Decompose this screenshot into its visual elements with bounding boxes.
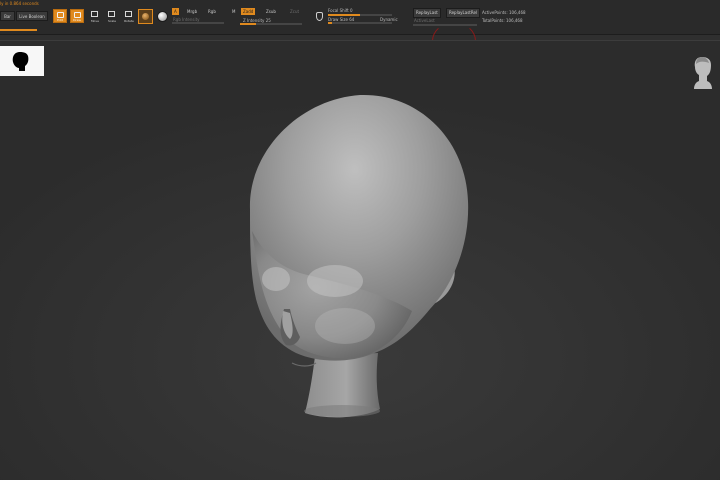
rgb-intensity-slider[interactable] <box>172 22 224 24</box>
focal-shift-fill <box>328 14 360 16</box>
brush-button[interactable] <box>138 9 153 24</box>
move-label: Move <box>90 19 100 23</box>
draw-button[interactable]: Draw <box>70 9 84 23</box>
edit-label: Edit <box>57 18 63 22</box>
z-intensity-fill <box>240 23 256 25</box>
live-boolean-button[interactable]: Live Boolean <box>16 11 48 21</box>
move-icon <box>91 11 98 17</box>
move-button[interactable]: Move <box>89 9 101 23</box>
status-message: ly in 0.864 seconds <box>0 1 39 6</box>
viewport-canvas[interactable] <box>0 41 720 480</box>
zadd-toggle[interactable]: Zadd <box>241 8 256 15</box>
scale-label: Scale <box>107 19 117 23</box>
zsub-toggle[interactable]: Zsub <box>264 8 278 15</box>
rotate-icon <box>125 11 132 17</box>
rotate-label: Rotate <box>124 19 134 23</box>
scale-icon <box>108 11 115 17</box>
zcut-toggle[interactable]: Zcut <box>288 8 301 15</box>
replay-last-rel-button[interactable]: ReplayLastRel <box>446 8 481 18</box>
draw-label: Draw <box>73 18 81 22</box>
scale-button[interactable]: Scale <box>106 9 118 23</box>
stroke-icon[interactable] <box>316 12 323 21</box>
edit-button[interactable]: Edit <box>53 9 67 23</box>
bar-button[interactable]: Bar <box>0 11 15 21</box>
rotate-button[interactable]: Rotate <box>123 9 135 23</box>
mrgb-toggle[interactable]: Mrgb <box>185 8 199 15</box>
draw-size-fill <box>328 22 332 24</box>
material-sphere-icon[interactable] <box>157 11 168 22</box>
top-toolbar: ly in 0.864 seconds Bar Live Boolean Edi… <box>0 0 720 35</box>
focal-shift-slider[interactable] <box>328 14 392 16</box>
focal-shift-label[interactable]: Focal Shift 0 <box>328 8 353 13</box>
replay-last-button[interactable]: ReplayLast <box>413 8 441 18</box>
clay-brush-icon <box>142 13 149 20</box>
m-toggle[interactable]: M <box>230 8 237 15</box>
active-points: ActivePoints: 106,468 <box>482 10 526 15</box>
z-intensity-slider[interactable] <box>240 23 302 25</box>
progress-bar <box>0 29 37 31</box>
rgb-toggle[interactable]: Rgb <box>206 8 218 15</box>
draw-size-slider[interactable] <box>328 22 392 24</box>
active-last-label: ActiveLast <box>414 18 435 23</box>
a-toggle[interactable]: A <box>172 8 179 15</box>
total-points: TotalPoints: 106,468 <box>482 18 523 23</box>
sculpt-model[interactable] <box>0 41 720 480</box>
